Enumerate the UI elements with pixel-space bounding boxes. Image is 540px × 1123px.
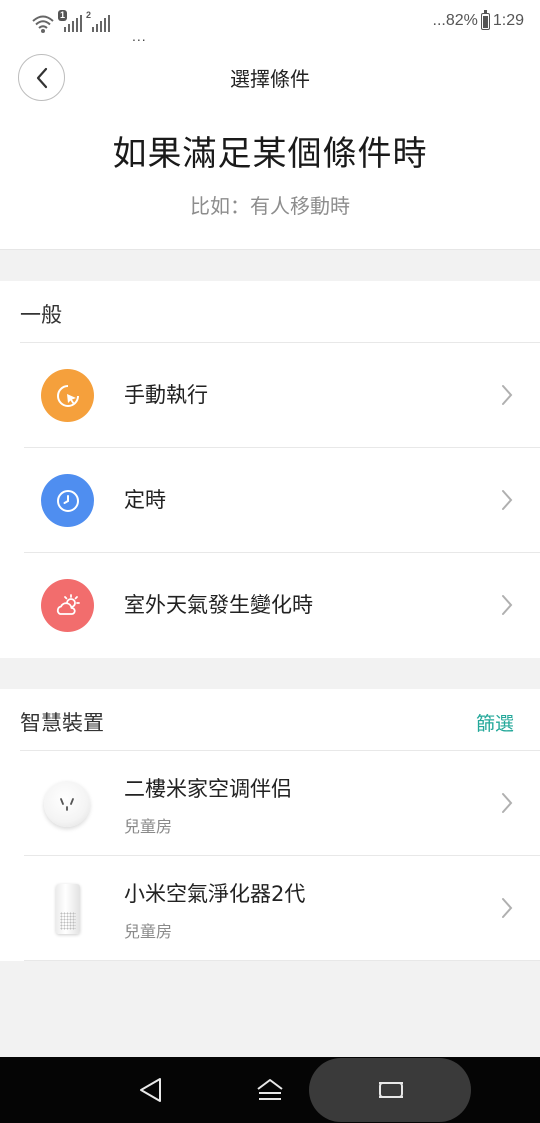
manual-tap-icon xyxy=(41,369,94,422)
smart-plug-icon xyxy=(44,781,90,827)
chevron-right-icon xyxy=(502,595,513,615)
hero-subtitle: 比如：有人移動時 xyxy=(190,194,350,218)
clock-icon xyxy=(41,474,94,527)
battery-percent: ...82% xyxy=(432,12,478,29)
devices-section-header: 智慧裝置 篩選 xyxy=(20,689,540,751)
status-icons-left: 1 2 xyxy=(32,8,110,34)
status-bar: 1 2 ... ...82% 1:29 xyxy=(0,0,540,46)
system-nav-bar xyxy=(0,1057,540,1123)
hero-title: 如果滿足某個條件時 xyxy=(112,134,428,174)
general-section-header: 一般 xyxy=(20,281,540,343)
device-name: 二樓米家空调伴侣 xyxy=(124,777,292,801)
device-room: 兒童房 xyxy=(124,922,173,941)
nav-back-icon[interactable] xyxy=(138,1077,164,1103)
condition-label: 室外天氣發生變化時 xyxy=(124,593,313,617)
chevron-right-icon xyxy=(502,385,513,405)
air-purifier-icon xyxy=(56,884,80,934)
wifi-icon xyxy=(32,14,54,34)
section-heading: 智慧裝置 xyxy=(20,711,104,735)
condition-weather-change[interactable]: 室外天氣發生變化時 xyxy=(24,553,540,658)
device-room: 兒童房 xyxy=(124,817,173,836)
device-name: 小米空氣淨化器2代 xyxy=(124,882,306,906)
condition-manual-run[interactable]: 手動執行 xyxy=(24,343,540,448)
signal-sim2-icon: 2 xyxy=(86,10,110,34)
smart-devices-section: 智慧裝置 篩選 二樓米家空调伴侣 兒童房 小米空氣淨化器2代 兒童房 xyxy=(0,689,540,961)
condition-schedule[interactable]: 定時 xyxy=(24,448,540,553)
section-heading: 一般 xyxy=(20,303,62,327)
weather-icon xyxy=(41,579,94,632)
clock-time: 1:29 xyxy=(492,12,524,29)
signal-sim1-icon: 1 xyxy=(58,10,82,34)
general-section: 一般 手動執行 定時 室外天氣發生變化時 xyxy=(0,281,540,658)
notification-dots: ... xyxy=(132,28,147,44)
chevron-right-icon xyxy=(502,898,513,918)
status-icons-right: ...82% 1:29 xyxy=(432,9,524,30)
condition-label: 定時 xyxy=(124,488,166,512)
device-row-air-purifier[interactable]: 小米空氣淨化器2代 兒童房 xyxy=(24,856,540,961)
page-header: 選擇條件 如果滿足某個條件時 比如：有人移動時 xyxy=(0,46,540,250)
chevron-right-icon xyxy=(502,490,513,510)
nav-recents-icon[interactable] xyxy=(377,1078,405,1102)
chevron-right-icon xyxy=(502,793,513,813)
device-row-ac-companion[interactable]: 二樓米家空调伴侣 兒童房 xyxy=(24,751,540,856)
page-title: 選擇條件 xyxy=(230,67,310,91)
battery-icon xyxy=(480,9,490,30)
sim2-badge: 2 xyxy=(86,10,92,20)
nav-home-icon[interactable] xyxy=(256,1078,284,1102)
condition-label: 手動執行 xyxy=(124,383,208,407)
filter-button[interactable]: 篩選 xyxy=(476,709,514,736)
